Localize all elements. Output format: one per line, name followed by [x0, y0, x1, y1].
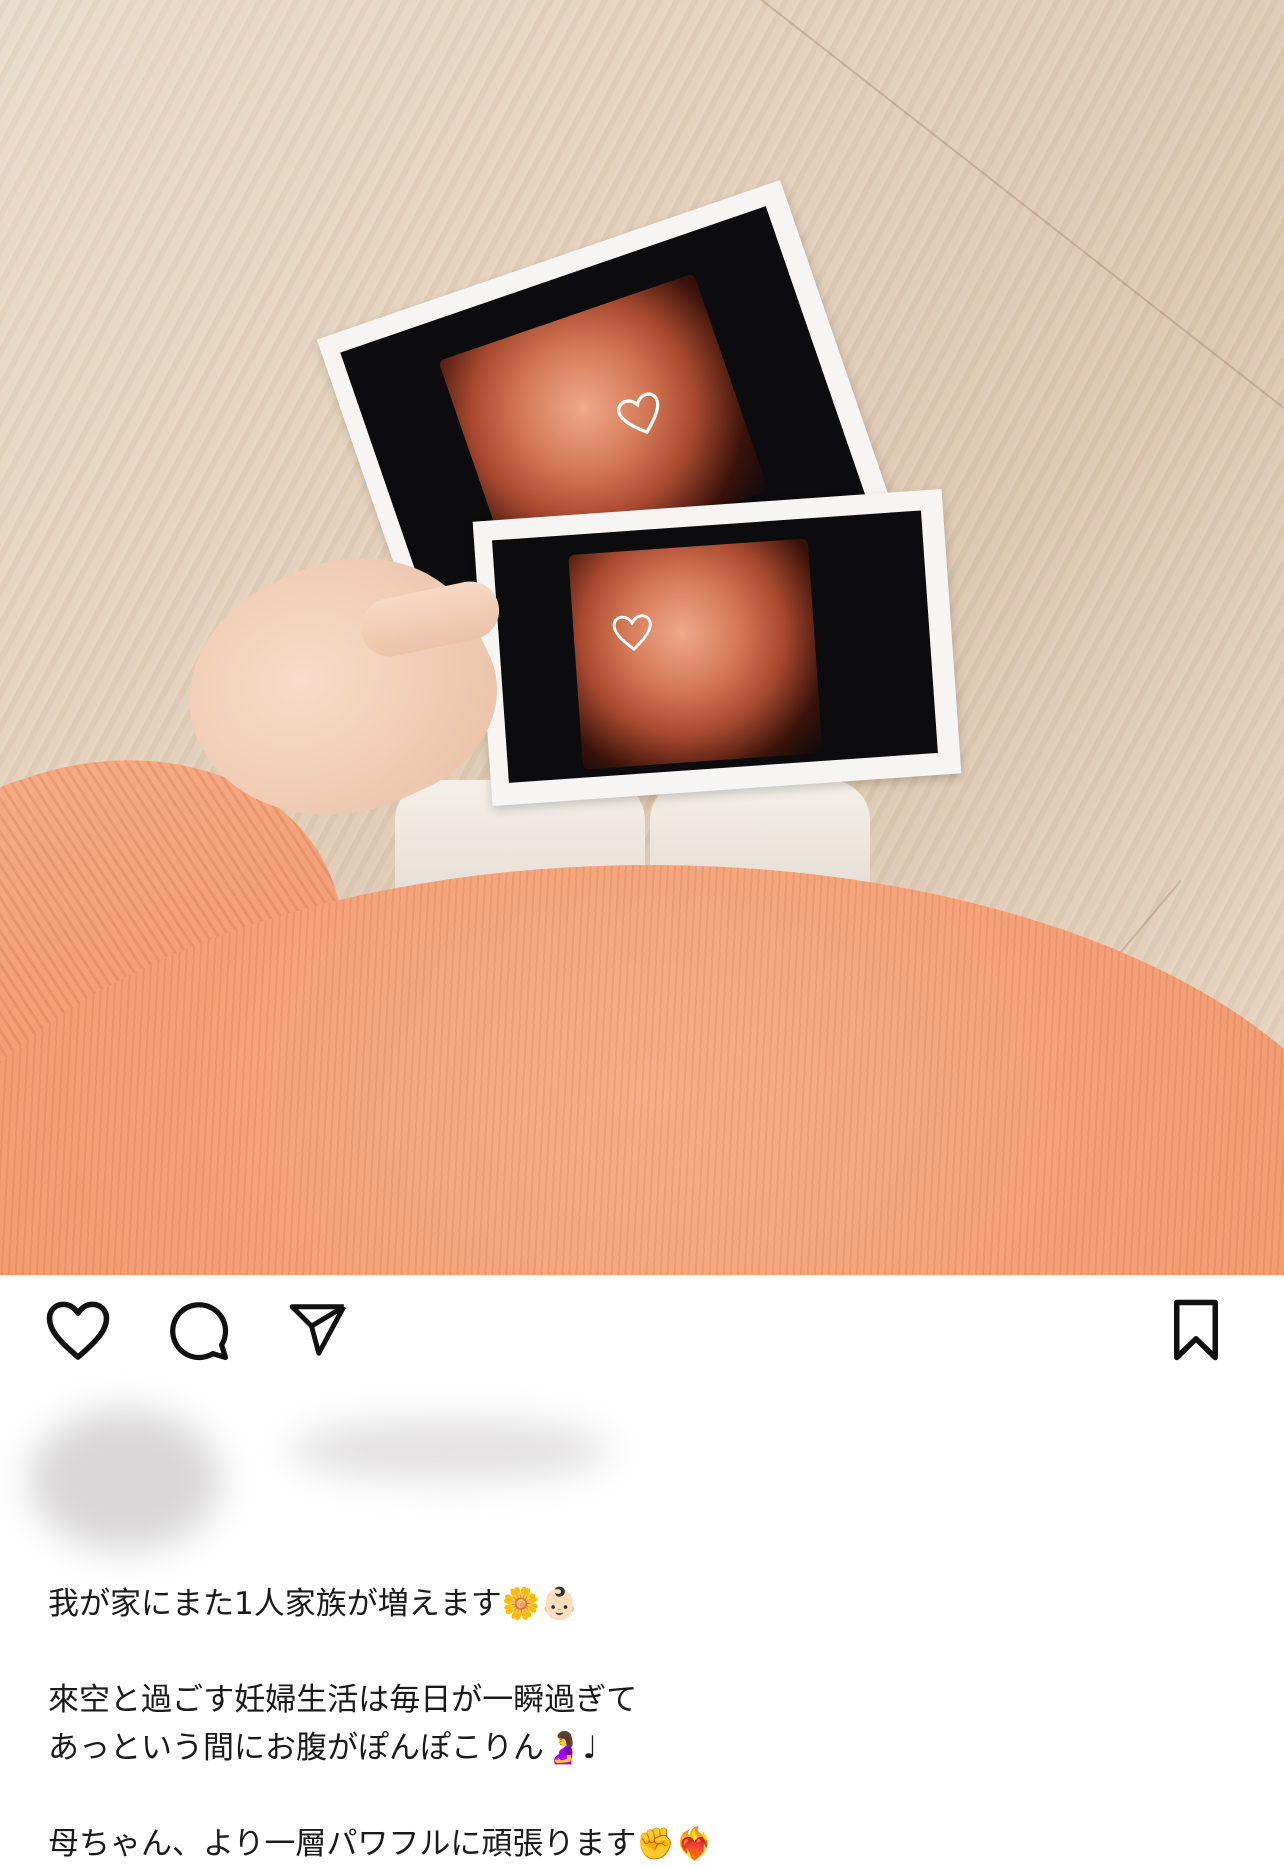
send-icon — [289, 1304, 346, 1356]
caption-line: 來空と過ごす妊婦生活は毎日が一瞬過ぎて — [48, 1682, 638, 1718]
post-photo[interactable] — [0, 0, 1284, 1275]
share-button[interactable] — [278, 1290, 358, 1370]
ultrasound-print-lower — [472, 488, 962, 807]
bookmark-icon — [1174, 1299, 1218, 1361]
redacted-username — [290, 1420, 610, 1480]
ultrasound-screen — [491, 510, 938, 783]
instagram-post: 我が家にまた1人家族が増えます🌼👶🏻 來空と過ごす妊婦生活は毎日が一瞬過ぎて あ… — [0, 0, 1284, 1868]
post-caption: 我が家にまた1人家族が増えます🌼👶🏻 來空と過ごす妊婦生活は毎日が一瞬過ぎて あ… — [48, 1580, 1248, 1868]
heart-icon — [46, 1301, 110, 1360]
save-button[interactable] — [1156, 1290, 1236, 1370]
caption-line: 我が家にまた1人家族が増えます🌼👶🏻 — [48, 1586, 579, 1622]
caption-line: 母ちゃん、より一層パワフルに頑張ります✊❤️‍🔥 — [48, 1826, 714, 1862]
caption-gap — [48, 1628, 1248, 1676]
caption-line: あっという間にお腹がぽんぽこりん🤰♩ — [48, 1730, 598, 1766]
ultrasound-scan — [568, 538, 823, 770]
like-button[interactable] — [38, 1290, 118, 1370]
heart-doodle — [612, 614, 652, 652]
caption-gap — [48, 1772, 1248, 1820]
redacted-avatar — [30, 1410, 220, 1550]
comment-icon — [170, 1302, 229, 1361]
comment-button[interactable] — [158, 1290, 238, 1370]
post-action-bar — [0, 1275, 1284, 1385]
